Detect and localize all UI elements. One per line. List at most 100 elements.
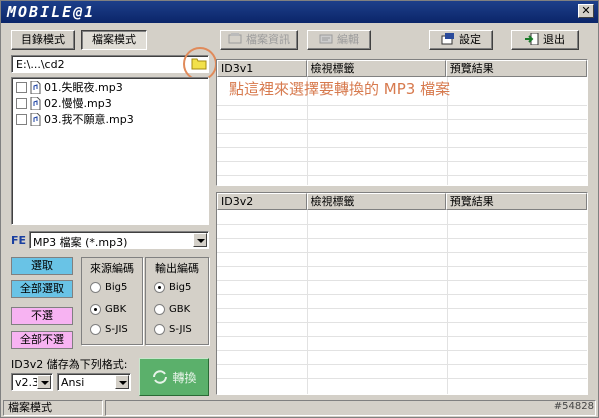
exit-icon xyxy=(525,33,539,45)
radio-icon xyxy=(90,324,101,335)
row-divider xyxy=(217,252,587,253)
file-item[interactable]: 02.慢慢.mp3 xyxy=(16,95,112,111)
chevron-down-icon[interactable] xyxy=(37,375,51,389)
output-encoding-title: 輸出編碼 xyxy=(155,262,199,275)
id3v2-encoding-value: Ansi xyxy=(61,376,85,389)
select-button[interactable]: 選取 xyxy=(11,257,73,275)
file-info-label: 檔案資訊 xyxy=(246,33,290,46)
output-encoding-group: 輸出編碼 Big5 GBK S-JIS xyxy=(145,257,209,345)
tab-directory-mode[interactable]: 目錄模式 xyxy=(11,30,75,50)
id3v2-save-label: ID3v2 儲存為下列格式: xyxy=(11,358,128,371)
row-divider xyxy=(217,161,587,162)
deselect-button[interactable]: 不選 xyxy=(11,307,73,325)
radio-label: S-JIS xyxy=(105,324,128,335)
hint-text: 點這裡來選擇要轉換的 MP3 檔案 xyxy=(229,80,451,98)
file-name: 02.慢慢.mp3 xyxy=(44,97,112,110)
highlight-circle xyxy=(183,47,217,81)
file-type-select[interactable]: MP3 檔案 (*.mp3) xyxy=(29,231,209,249)
convert-button[interactable]: 轉換 xyxy=(139,358,209,396)
row-divider xyxy=(217,378,587,379)
col-id3v2[interactable]: ID3v2 xyxy=(217,193,307,210)
row-divider xyxy=(217,266,587,267)
file-name: 03.我不願意.mp3 xyxy=(44,113,134,126)
source-radio-sjis[interactable]: S-JIS xyxy=(90,324,128,335)
file-item[interactable]: 01.失眠夜.mp3 xyxy=(16,79,123,95)
settings-button[interactable]: 設定 xyxy=(429,30,493,50)
path-input[interactable]: E:\...\cd2 xyxy=(11,55,209,73)
radio-icon xyxy=(154,282,165,293)
id3v2-encoding-select[interactable]: Ansi xyxy=(57,373,131,391)
radio-label: GBK xyxy=(169,304,191,315)
row-divider xyxy=(217,280,587,281)
watermark-text: #54828 xyxy=(553,401,594,412)
close-icon: ✕ xyxy=(581,4,591,17)
row-divider xyxy=(217,364,587,365)
deselect-all-button[interactable]: 全部不選 xyxy=(11,331,73,349)
row-divider xyxy=(217,238,587,239)
id3v2-version-select[interactable]: v2.3 xyxy=(11,373,53,391)
row-divider xyxy=(217,224,587,225)
radio-label: Big5 xyxy=(169,282,192,293)
output-radio-big5[interactable]: Big5 xyxy=(154,282,191,293)
output-radio-gbk[interactable]: GBK xyxy=(154,304,190,315)
radio-label: GBK xyxy=(105,304,127,315)
source-encoding-title: 來源編碼 xyxy=(90,262,134,275)
file-checkbox[interactable] xyxy=(16,113,27,125)
close-button[interactable]: ✕ xyxy=(578,4,594,18)
row-divider xyxy=(217,119,587,120)
mp3-file-icon xyxy=(30,112,41,126)
col-id3v1[interactable]: ID3v1 xyxy=(217,60,307,77)
radio-icon xyxy=(154,304,165,315)
file-checkbox[interactable] xyxy=(16,97,27,109)
mp3-file-icon xyxy=(30,80,41,94)
row-divider xyxy=(217,294,587,295)
title-bar: MOBILE@1 ✕ xyxy=(1,1,598,23)
id3v1-table: ID3v1 檢視標籤 預覽結果 點這裡來選擇要轉換的 MP3 檔案 xyxy=(216,59,588,186)
id3v1-header: ID3v1 檢視標籤 預覽結果 xyxy=(217,60,587,77)
mp3-file-icon xyxy=(30,96,41,110)
source-radio-big5[interactable]: Big5 xyxy=(90,282,127,293)
row-divider xyxy=(217,322,587,323)
file-checkbox[interactable] xyxy=(16,81,27,93)
col-view-tag[interactable]: 檢視標籤 xyxy=(306,60,446,77)
app-logo: MOBILE@1 xyxy=(7,3,96,21)
radio-icon xyxy=(90,304,101,315)
settings-icon xyxy=(441,33,454,45)
radio-icon xyxy=(154,324,165,335)
source-encoding-group: 來源編碼 Big5 GBK S-JIS xyxy=(81,257,143,345)
radio-label: Big5 xyxy=(105,282,128,293)
edit-icon xyxy=(319,34,333,44)
convert-icon xyxy=(153,370,168,384)
chevron-down-icon[interactable] xyxy=(115,375,129,389)
tab-file-mode[interactable]: 檔案模式 xyxy=(81,30,147,50)
status-mode: 檔案模式 xyxy=(3,400,103,416)
edit-label: 編輯 xyxy=(337,33,359,46)
convert-label: 轉換 xyxy=(172,370,197,385)
row-divider xyxy=(217,147,587,148)
col-preview[interactable]: 預覽結果 xyxy=(445,193,587,210)
row-divider xyxy=(217,105,587,106)
output-radio-sjis[interactable]: S-JIS xyxy=(154,324,192,335)
source-radio-gbk[interactable]: GBK xyxy=(90,304,126,315)
file-type-label: FE xyxy=(11,234,27,247)
app-window: MOBILE@1 ✕ 目錄模式 檔案模式 檔案資訊 編輯 設定 退出 E:\..… xyxy=(0,0,599,418)
radio-label: S-JIS xyxy=(169,324,192,335)
radio-icon xyxy=(90,282,101,293)
id3v2-header: ID3v2 檢視標籤 預覽結果 xyxy=(217,193,587,210)
row-divider xyxy=(217,336,587,337)
file-name: 01.失眠夜.mp3 xyxy=(44,81,123,94)
exit-label: 退出 xyxy=(543,33,565,46)
row-divider xyxy=(217,308,587,309)
edit-button[interactable]: 編輯 xyxy=(307,30,371,50)
file-info-button[interactable]: 檔案資訊 xyxy=(220,30,298,50)
row-divider xyxy=(217,350,587,351)
chevron-down-icon[interactable] xyxy=(193,233,207,247)
row-divider xyxy=(217,175,587,176)
col-view-tag[interactable]: 檢視標籤 xyxy=(306,193,446,210)
file-type-value: MP3 檔案 (*.mp3) xyxy=(33,236,128,249)
select-all-button[interactable]: 全部選取 xyxy=(11,280,73,298)
file-list: 01.失眠夜.mp3 02.慢慢.mp3 03.我不願意.mp3 xyxy=(11,77,209,225)
file-item[interactable]: 03.我不願意.mp3 xyxy=(16,111,134,127)
col-preview[interactable]: 預覽結果 xyxy=(445,60,587,77)
exit-button[interactable]: 退出 xyxy=(511,30,579,50)
